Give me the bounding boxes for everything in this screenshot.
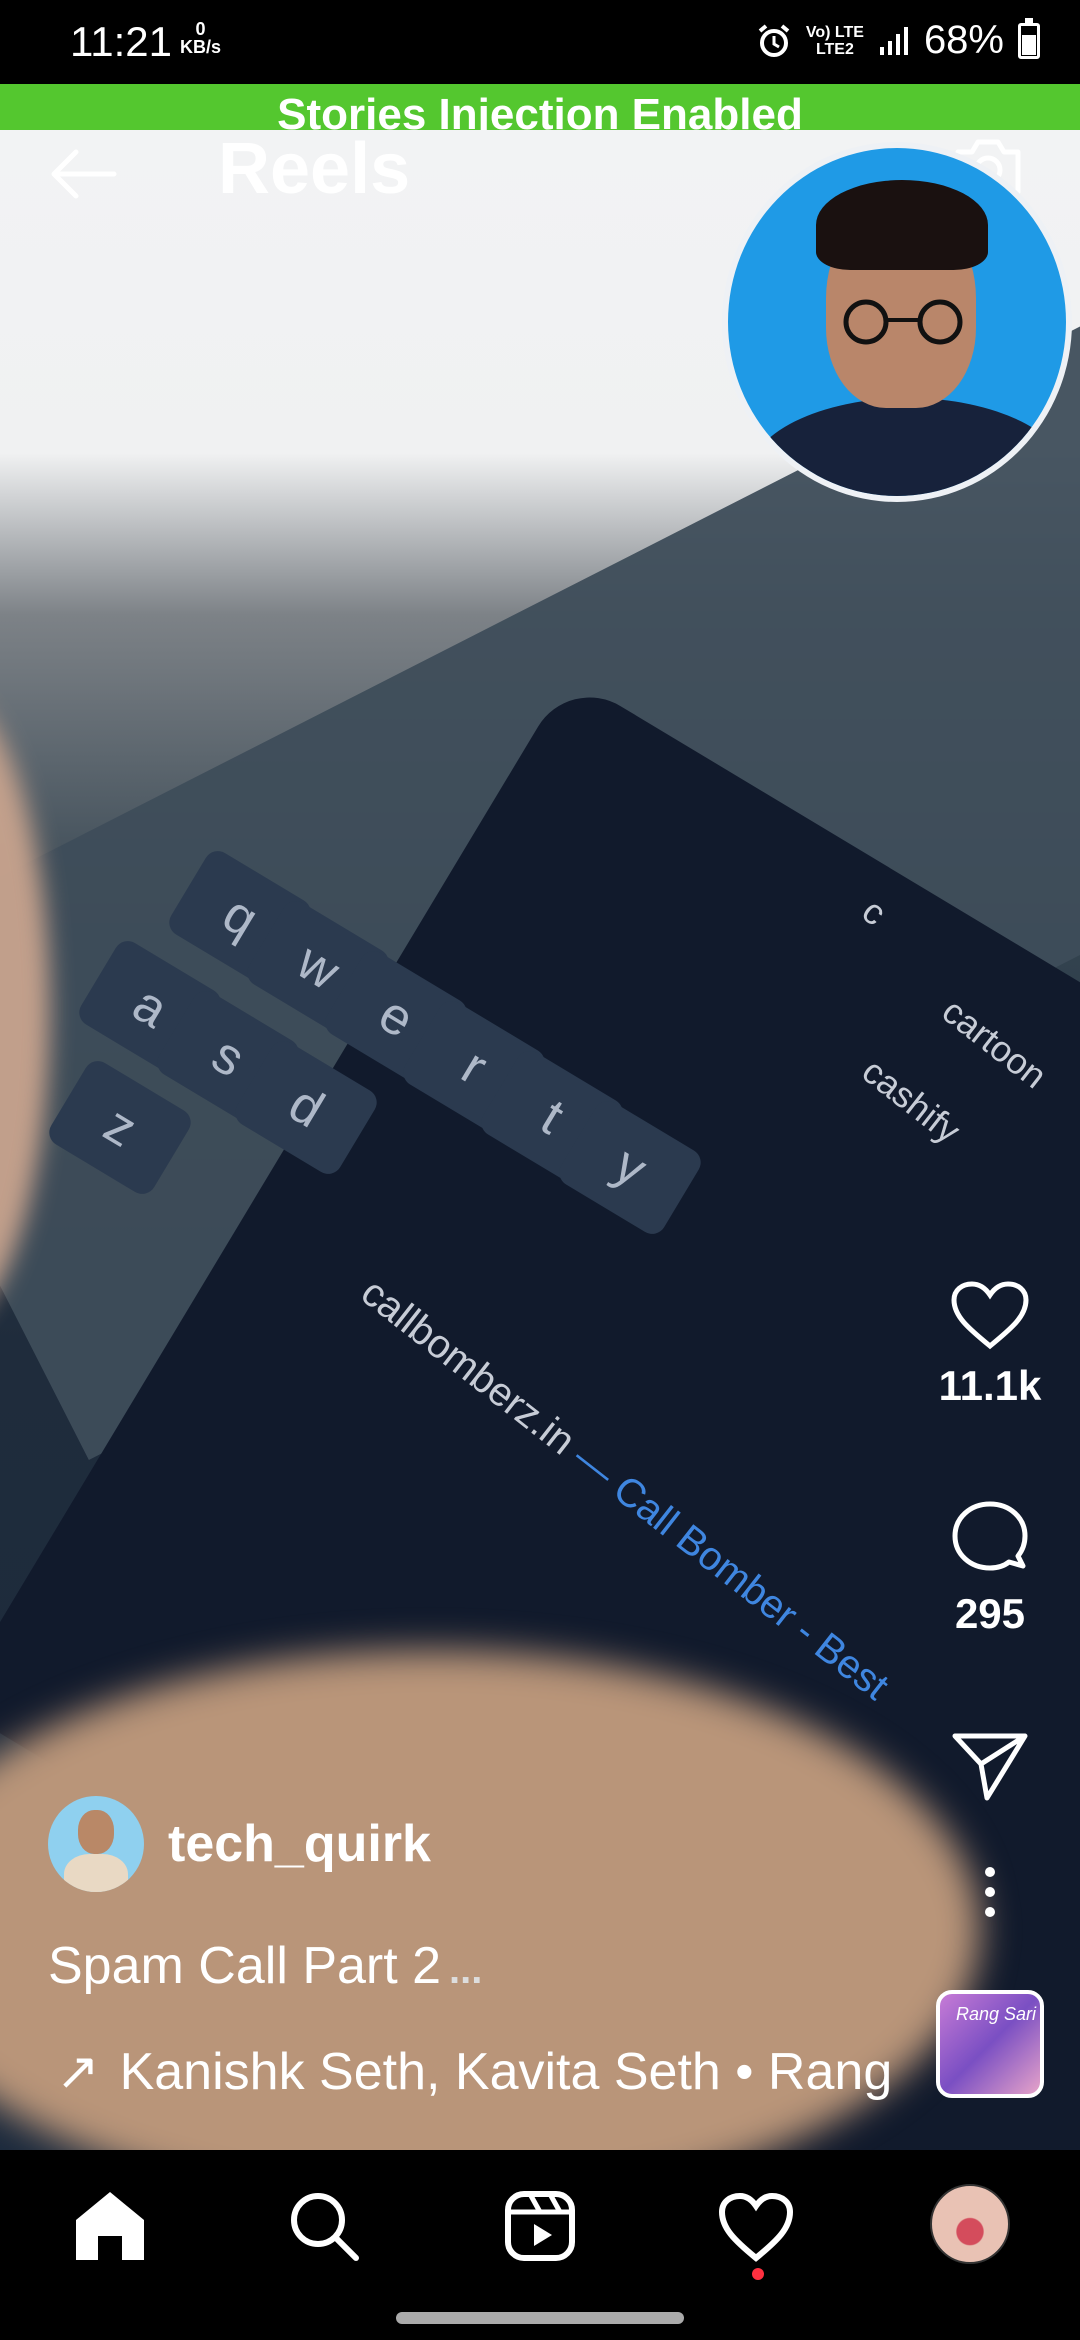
injection-banner: Stories Injection Enabled [0, 84, 1080, 130]
status-bar: 11:21 0 KB/s Vo) LTE LTE2 68% [0, 0, 1080, 84]
arrow-left-icon[interactable] [48, 146, 120, 202]
music-arrow-icon: ↗ [56, 2043, 100, 2101]
heart-icon[interactable] [950, 1280, 1030, 1352]
notification-dot [752, 2268, 764, 2280]
home-icon[interactable] [70, 2186, 150, 2266]
more-action[interactable] [930, 1864, 1050, 1920]
activity-icon[interactable] [716, 2186, 796, 2266]
battery-icon [1018, 17, 1040, 59]
battery-percent: 68% [923, 18, 1004, 62]
avatar[interactable] [48, 1796, 144, 1892]
send-icon[interactable] [951, 1730, 1029, 1802]
audio-cover[interactable]: Rang Sari [936, 1990, 1044, 2098]
music-info[interactable]: ↗ Kanishk Seth, Kavita Seth • Rang [56, 2042, 892, 2102]
share-action[interactable] [930, 1730, 1050, 1802]
clock: 11:21 [70, 18, 172, 65]
page-title: Reels [218, 129, 411, 209]
glasses-shape [843, 299, 963, 345]
comment-action[interactable]: 295 [930, 1500, 1050, 1638]
network-type: Vo) LTE LTE2 [805, 23, 864, 58]
network-speed: 0 KB/s [180, 19, 222, 57]
alarm-icon [758, 23, 790, 57]
gesture-bar[interactable] [396, 2312, 684, 2324]
username[interactable]: tech_quirk [168, 1814, 431, 1874]
caption-more[interactable]: ... [449, 1948, 482, 1992]
more-vertical-icon[interactable] [980, 1864, 1000, 1920]
comment-count: 295 [954, 1590, 1026, 1637]
post-author[interactable]: tech_quirk [48, 1796, 431, 1892]
reels-icon[interactable] [500, 2186, 580, 2266]
music-title: Kanishk Seth, Kavita Seth • Rang [119, 2043, 893, 2101]
like-count: 11.1k [938, 1362, 1042, 1409]
comment-icon[interactable] [949, 1500, 1031, 1580]
profile-avatar[interactable] [930, 2184, 1010, 2264]
search-icon[interactable] [284, 2186, 364, 2266]
pip-video[interactable] [722, 142, 1072, 502]
signal-icon [879, 26, 908, 55]
post-caption[interactable]: Spam Call Part 2... [48, 1936, 482, 1996]
like-action[interactable]: 11.1k [930, 1280, 1050, 1410]
banner-text: Stories Injection Enabled [277, 90, 803, 130]
status-icons: Vo) LTE LTE2 68% [756, 17, 1040, 63]
